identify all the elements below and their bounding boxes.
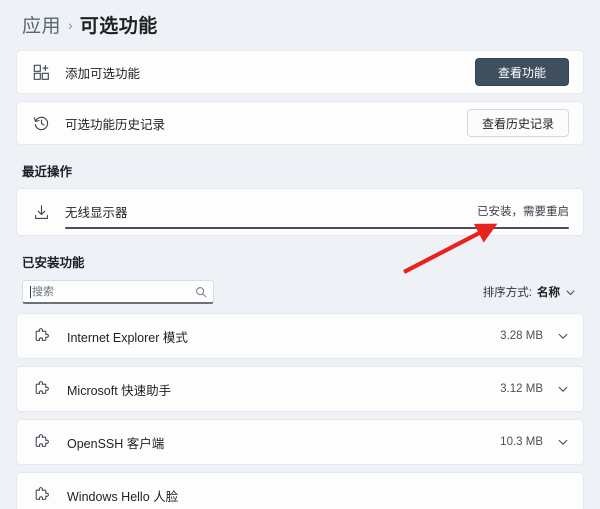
search-input[interactable] [32,281,195,302]
install-progress-bar [65,227,569,229]
feature-name: Internet Explorer 模式 [67,330,188,345]
table-row[interactable]: OpenSSH 客户端 10.3 MB [16,419,584,465]
chevron-down-icon[interactable] [557,436,569,448]
feature-name: Windows Hello 人脸 [67,489,179,504]
installed-features-heading: 已安装功能 [22,256,85,270]
sort-value: 名称 [537,287,560,299]
installed-features-list: Internet Explorer 模式 3.28 MB Microsoft 快… [16,313,584,509]
breadcrumb-separator-icon: › [68,17,73,33]
sort-control[interactable]: 排序方式: 名称 [483,284,576,300]
feature-size: 3.28 MB [500,330,543,342]
feature-name: Microsoft 快速助手 [67,383,172,398]
chevron-down-icon[interactable] [557,383,569,395]
add-optional-feature-label: 添加可选功能 [65,66,141,81]
breadcrumb-parent-apps[interactable]: 应用 [22,11,61,38]
recent-action-name: 无线显示器 [65,205,128,220]
search-icon [195,286,207,298]
puzzle-piece-icon [33,433,59,451]
history-clock-icon [33,115,59,132]
puzzle-piece-icon [33,486,59,504]
optional-feature-history-label: 可选功能历史记录 [65,117,166,132]
view-features-button[interactable]: 查看功能 [475,58,569,86]
text-cursor [30,285,31,298]
table-row[interactable]: Internet Explorer 模式 3.28 MB [16,313,584,359]
feature-size: 3.12 MB [500,383,543,395]
optional-feature-history-card: 可选功能历史记录 查看历史记录 [16,101,584,145]
installed-features-filter-row: 排序方式: 名称 [22,279,584,305]
add-feature-grid-icon [33,64,59,81]
view-history-button[interactable]: 查看历史记录 [466,109,569,137]
recent-actions-heading: 最近操作 [22,165,73,179]
feature-size: 10.3 MB [500,436,543,448]
chevron-down-icon [565,287,576,298]
recent-action-body: 无线显示器 已安装，需要重启 [65,189,569,235]
table-row[interactable]: Windows Hello 人脸 [16,472,584,509]
page-title: 可选功能 [79,15,158,37]
chevron-down-icon[interactable] [557,330,569,342]
table-row[interactable]: Microsoft 快速助手 3.12 MB [16,366,584,412]
settings-page: 应用 › 可选功能 添加可选功能 查看功能 可选功能历史记录 查看历史记录 最近… [0,0,600,509]
add-optional-feature-card: 添加可选功能 查看功能 [16,50,584,94]
puzzle-piece-icon [33,327,59,345]
breadcrumb: 应用 › 可选功能 [16,0,584,50]
recent-action-card: 无线显示器 已安装，需要重启 [16,188,584,236]
recent-action-status: 已安装，需要重启 [477,206,569,218]
feature-name: OpenSSH 客户端 [67,436,165,451]
search-box[interactable] [22,280,214,304]
sort-label: 排序方式: [482,287,532,299]
puzzle-piece-icon [33,380,59,398]
download-icon [33,204,59,221]
